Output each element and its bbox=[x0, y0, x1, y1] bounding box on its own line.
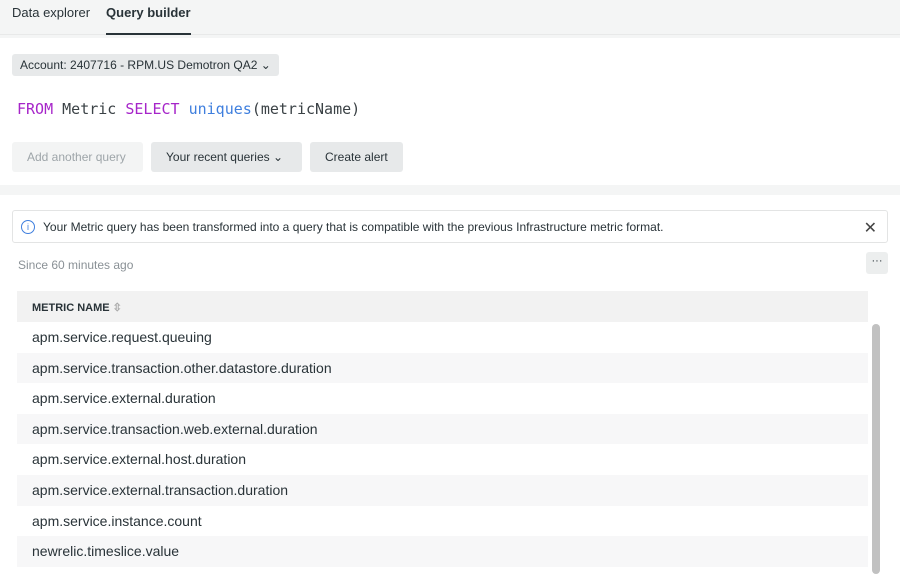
q-fn: uniques bbox=[188, 100, 252, 118]
add-another-query-button[interactable]: Add another query bbox=[12, 142, 143, 172]
notice-text: Your Metric query has been transformed i… bbox=[43, 219, 664, 234]
table-row[interactable]: apm.service.transaction.other.datastore.… bbox=[17, 352, 868, 384]
table-row[interactable]: apm.service.transaction.web.external.dur… bbox=[17, 413, 868, 445]
q-table: Metric bbox=[62, 100, 117, 118]
header-label: METRIC NAME bbox=[32, 302, 110, 314]
table-row[interactable]: apm.service.external.duration bbox=[17, 383, 868, 414]
table-row[interactable]: newrelic.timeslice.value bbox=[17, 536, 868, 567]
info-notice: i Your Metric query has been transformed… bbox=[12, 210, 888, 243]
table-row[interactable]: apm.service.external.transaction.duratio… bbox=[17, 474, 868, 506]
query-input[interactable]: FROM Metric SELECT uniques(metricName) bbox=[17, 100, 360, 118]
kw-from: FROM bbox=[17, 100, 54, 118]
close-icon[interactable]: ✕ bbox=[864, 218, 877, 238]
create-alert-button[interactable]: Create alert bbox=[310, 142, 403, 172]
tab-query-builder[interactable]: Query builder bbox=[106, 0, 191, 35]
table-row[interactable]: apm.service.instance.count bbox=[17, 505, 868, 537]
kw-select: SELECT bbox=[125, 100, 180, 118]
table-row[interactable]: apm.service.request.queuing bbox=[17, 322, 868, 353]
tab-data-explorer[interactable]: Data explorer bbox=[12, 0, 90, 35]
more-options-button[interactable]: ··· bbox=[866, 252, 888, 274]
q-arg: metricName bbox=[260, 100, 352, 118]
time-range: Since 60 minutes ago bbox=[18, 258, 134, 272]
results-table: METRIC NAME ⇳ apm.service.request.queuin… bbox=[17, 291, 868, 567]
q-open: ( bbox=[251, 100, 261, 118]
tab-bar: Data explorer Query builder bbox=[0, 0, 900, 35]
info-icon: i bbox=[21, 219, 35, 234]
divider bbox=[0, 185, 900, 195]
account-selector[interactable]: Account: 2407716 - RPM.US Demotron QA2 ⌄ bbox=[12, 54, 279, 76]
column-header-metric-name[interactable]: METRIC NAME ⇳ bbox=[17, 291, 868, 322]
sort-icon[interactable]: ⇳ bbox=[113, 302, 122, 314]
scrollbar[interactable] bbox=[872, 324, 880, 574]
recent-queries-button[interactable]: Your recent queries ⌄ bbox=[151, 142, 302, 172]
q-close: ) bbox=[351, 100, 361, 118]
query-editor-section: Account: 2407716 - RPM.US Demotron QA2 ⌄… bbox=[0, 38, 900, 185]
table-row[interactable]: apm.service.external.host.duration bbox=[17, 444, 868, 475]
